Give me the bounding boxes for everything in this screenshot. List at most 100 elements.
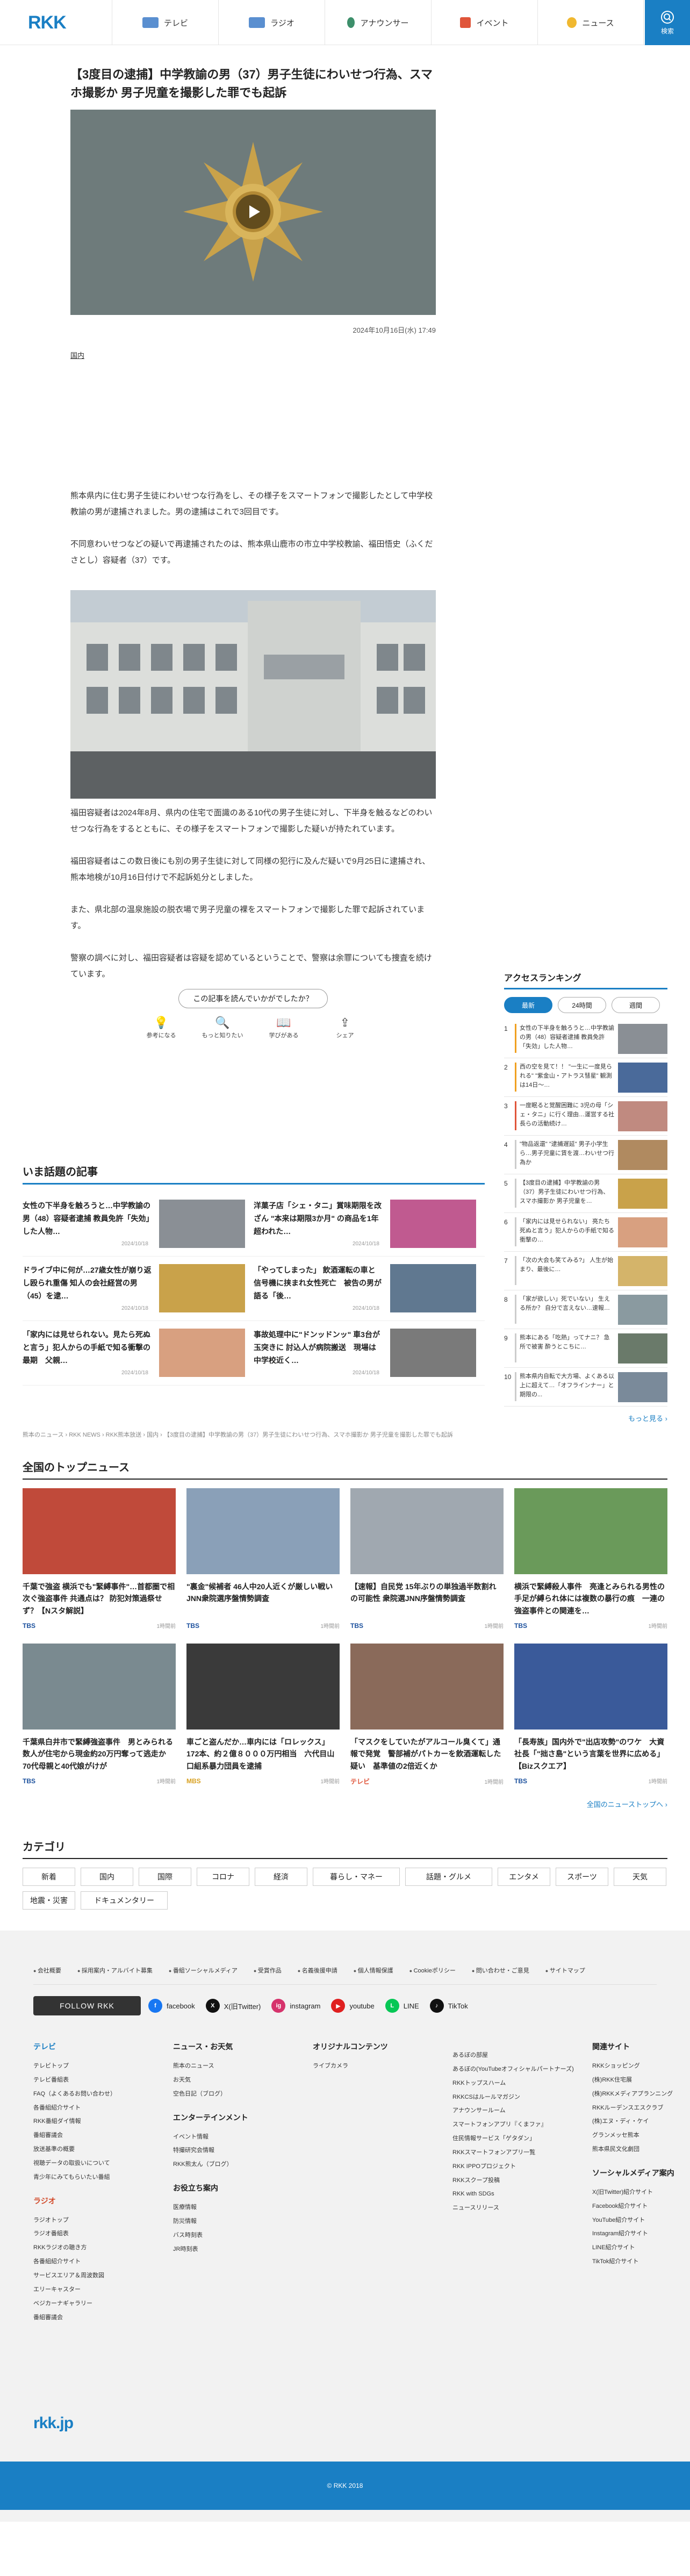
- topnews-card[interactable]: 千葉で強盗 横浜でも"緊縛事件"…首都圏で相次ぐ強盗事件 共通点は？ 防犯対策過…: [23, 1488, 176, 1630]
- footer-link[interactable]: RKKトップスハーム: [452, 2077, 576, 2091]
- footer-link[interactable]: テレビ番組表: [33, 2073, 157, 2087]
- article-video[interactable]: [70, 110, 436, 315]
- category-button[interactable]: 暮らし・マネー: [313, 1868, 400, 1886]
- footer-link[interactable]: 空色日記（ブログ）: [173, 2087, 297, 2101]
- footer-link[interactable]: X(旧Twitter)紹介サイト: [592, 2186, 690, 2200]
- tab-weekly[interactable]: 週間: [612, 997, 660, 1013]
- topnews-card[interactable]: 「マスクをしていたがアルコール臭くて」通報で発覚 警部補がパトカーを飲酒運転した…: [350, 1644, 504, 1786]
- footer-link[interactable]: RKK番組ダイ情報: [33, 2115, 157, 2129]
- footer-link[interactable]: (株)RKKメディアプランニング: [592, 2087, 690, 2101]
- topnews-card[interactable]: 【速報】自民党 15年ぶりの単独過半数割れの可能性 衆院選JNN序盤情勢調査 TB…: [350, 1488, 504, 1630]
- footer-link[interactable]: 防災情報: [173, 2215, 297, 2229]
- category-button[interactable]: エンタメ: [498, 1868, 550, 1886]
- trending-item[interactable]: 洋菓子店「シェ・タニ」賞味期限を改ざん "本来は期限3か月" の商品を1年超われ…: [254, 1192, 485, 1257]
- footer-link[interactable]: お天気: [173, 2073, 297, 2087]
- footer-link[interactable]: RKK熊太ん（ブログ）: [173, 2158, 297, 2172]
- nav-announcer[interactable]: アナウンサー: [325, 0, 431, 45]
- footer-link[interactable]: 熊本県民文化劇団: [592, 2143, 690, 2157]
- footer-link[interactable]: YouTube紹介サイト: [592, 2214, 690, 2228]
- footer-link[interactable]: アナウンサールーム: [452, 2104, 576, 2118]
- footer-link[interactable]: ラジオトップ: [33, 2214, 157, 2228]
- topnews-card[interactable]: 横浜で緊縛殺人事件 亮逢とみられる男性の手足が縛られ体には複数の暴行の痕 一連の…: [514, 1488, 667, 1630]
- ranking-item[interactable]: 4 "物品返還" "逮捕遅延" 男子小学生ら…男子児童に賃を渡…わいせつ行為か: [504, 1136, 667, 1174]
- footer-link[interactable]: 各番組紹介サイト: [33, 2255, 157, 2269]
- nav-news[interactable]: ニュース: [537, 0, 644, 45]
- footer-link[interactable]: ライブカメラ: [313, 2060, 436, 2073]
- sns-link[interactable]: f facebook: [148, 1999, 195, 2013]
- category-button[interactable]: 話題・グルメ: [405, 1868, 492, 1886]
- topnews-card[interactable]: 「長寿族」国内外で"出店攻勢"のワケ 大資社長「"拙さ島"という言葉を世界に広め…: [514, 1644, 667, 1786]
- footer-link[interactable]: サイトマップ: [545, 1966, 585, 1975]
- category-button[interactable]: コロナ: [197, 1868, 249, 1886]
- follow-rkk-button[interactable]: FOLLOW RKK: [33, 1996, 141, 2015]
- article-category-tag[interactable]: 国内: [70, 350, 84, 360]
- footer-link[interactable]: ベジカーナギャラリー: [33, 2297, 157, 2311]
- footer-link[interactable]: 問い合わせ・ご意見: [472, 1966, 529, 1975]
- nav-tv[interactable]: テレビ: [112, 0, 218, 45]
- footer-link[interactable]: RKKルーデンスエスクラブ: [592, 2101, 690, 2115]
- nav-event[interactable]: イベント: [431, 0, 537, 45]
- footer-link[interactable]: TikTok紹介サイト: [592, 2255, 690, 2269]
- ranking-more-link[interactable]: もっと見る ›: [504, 1413, 667, 1423]
- footer-link[interactable]: 番組審議会: [33, 2311, 157, 2325]
- category-button[interactable]: 国際: [139, 1868, 191, 1886]
- footer-link[interactable]: 特撮研究会情報: [173, 2144, 297, 2158]
- trending-item[interactable]: 事故処理中に"ドンッドンッ" 車3台が玉突きに 討込人が病院搬送 現場は中学校近…: [254, 1321, 485, 1386]
- footer-link[interactable]: 各番組紹介サイト: [33, 2101, 157, 2115]
- footer-link[interactable]: 熊本のニュース: [173, 2060, 297, 2073]
- ranking-item[interactable]: 6 「家内には見せられない」 亮たち死ぬと言う」犯人からの手紙で知る衝撃の…: [504, 1213, 667, 1252]
- sns-link[interactable]: L LINE: [385, 1999, 419, 2013]
- trending-item[interactable]: 女性の下半身を触ろうと…中学教諭の男（48）容疑者逮捕 教員免許「失効」した人物…: [23, 1192, 254, 1257]
- category-button[interactable]: 経済: [255, 1868, 307, 1886]
- footer-link[interactable]: サービスエリア＆周波数図: [33, 2269, 157, 2283]
- footer-link[interactable]: 住民情報サービス「ゲタダン」: [452, 2132, 576, 2146]
- rkk-jp-logo[interactable]: rkk.jp: [33, 2414, 74, 2433]
- footer-link[interactable]: (株)エヌ・ディ・ケイ: [592, 2115, 690, 2129]
- topnews-card[interactable]: "裏金"候補者 46人中20人近くが厳しい戦い JNN衆院選序盤情勢調査 TBS 1…: [186, 1488, 340, 1630]
- ranking-item[interactable]: 7 「次の大会も笑てみる?」 人生が始まり、最後に…: [504, 1252, 667, 1290]
- footer-link[interactable]: RKK with SDGs: [452, 2187, 576, 2201]
- footer-link[interactable]: ニュースリリース: [452, 2201, 576, 2215]
- footer-link[interactable]: ラジオ番組表: [33, 2227, 157, 2241]
- category-button[interactable]: 国内: [81, 1868, 133, 1886]
- footer-link[interactable]: 採用案内・アルバイト募集: [77, 1966, 153, 1975]
- footer-link[interactable]: 個人情報保護: [354, 1966, 393, 1975]
- feedback-learn-button[interactable]: 📖 学びがある: [260, 1016, 308, 1039]
- trending-item[interactable]: 「やってしまった」 飲酒運転の車と信号機に挟まれ女性死亡 被告の男が語る「後… 2…: [254, 1257, 485, 1321]
- topnews-card[interactable]: 千葉県白井市で緊縛強盗事件 男とみられる数人が住宅から現金約20万円奪って逃走か…: [23, 1644, 176, 1786]
- footer-link[interactable]: 視聴データの取扱いについて: [33, 2157, 157, 2171]
- ranking-item[interactable]: 8 「家が欲しい」死でいない」 生える所か？ 自分で言えない…速報…: [504, 1290, 667, 1329]
- footer-link[interactable]: RKKスクープ投稿: [452, 2174, 576, 2188]
- trending-item[interactable]: 「家内には見せられない。見たら死ぬと言う」犯人からの手紙で知る衝撃の最期 父親……: [23, 1321, 254, 1386]
- category-button[interactable]: 新着: [23, 1868, 75, 1886]
- category-button[interactable]: スポーツ: [556, 1868, 608, 1886]
- topnews-card[interactable]: 車ごと盗んだか…車内には「ロレックス」172本、約２億８０００万円相当 六代目山…: [186, 1644, 340, 1786]
- footer-link[interactable]: エリーキャスター: [33, 2283, 157, 2297]
- play-icon[interactable]: [236, 195, 270, 229]
- tab-latest[interactable]: 最新: [504, 997, 552, 1013]
- footer-link[interactable]: 放送基準の概要: [33, 2143, 157, 2157]
- footer-link[interactable]: 医療情報: [173, 2201, 297, 2215]
- category-button[interactable]: 天気: [614, 1868, 666, 1886]
- sns-link[interactable]: ♪ TikTok: [429, 1999, 468, 2013]
- footer-link[interactable]: 会社概要: [33, 1966, 61, 1975]
- footer-link[interactable]: Facebook紹介サイト: [592, 2200, 690, 2214]
- feedback-more-button[interactable]: 🔍 もっと知りたい: [198, 1016, 247, 1039]
- footer-link[interactable]: 番組審議会: [33, 2129, 157, 2143]
- feedback-helpful-button[interactable]: 💡 参考になる: [137, 1016, 185, 1039]
- footer-link[interactable]: あるぼの(YouTubeオフィシャルパートナーズ): [452, 2063, 576, 2077]
- footer-link[interactable]: RKK IPPOプロジェクト: [452, 2160, 576, 2174]
- footer-link[interactable]: Cookieポリシー: [409, 1966, 456, 1975]
- footer-link[interactable]: イベント情報: [173, 2130, 297, 2144]
- footer-link[interactable]: FAQ（よくあるお問い合わせ）: [33, 2087, 157, 2101]
- category-button[interactable]: 地震・災害: [23, 1891, 75, 1910]
- ranking-item[interactable]: 2 西の空を見て！！ "一生に一度見られる" "紫金山・アトラス彗星" 観測は14…: [504, 1058, 667, 1097]
- sns-link[interactable]: ig instagram: [271, 1999, 320, 2013]
- search-button[interactable]: 検索: [645, 0, 690, 45]
- ranking-item[interactable]: 10 熊本県内自転で大方場、よくある以上に超えて…「オフラインナー」と期限の...: [504, 1368, 667, 1407]
- tab-24h[interactable]: 24時間: [558, 997, 606, 1013]
- footer-link[interactable]: JR時刻表: [173, 2243, 297, 2257]
- footer-link[interactable]: 番組ソーシャルメディア: [169, 1966, 238, 1975]
- footer-link[interactable]: RKKCSはルールマガジン: [452, 2091, 576, 2105]
- footer-link[interactable]: テレビトップ: [33, 2060, 157, 2073]
